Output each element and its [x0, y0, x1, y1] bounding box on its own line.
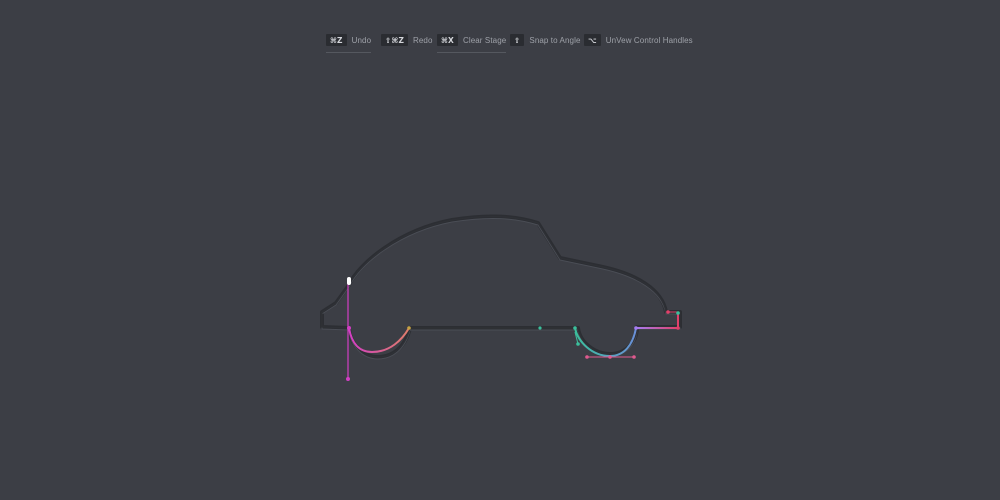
- bumper-handle-point[interactable]: [666, 310, 670, 314]
- car-guide-outline: [320, 214, 682, 360]
- bumper-top-point[interactable]: [676, 311, 680, 315]
- bumper-corner-point[interactable]: [676, 326, 680, 330]
- drawing-stage[interactable]: ⌘Z Undo ⇧⌘Z Redo ⌘X Clear Stage ⇧ Snap t…: [0, 0, 1000, 500]
- front-handle-bottom-point[interactable]: [346, 377, 350, 381]
- rear-wheel-start-point[interactable]: [573, 326, 577, 330]
- rear-wheel-handle-point-a[interactable]: [576, 342, 580, 346]
- underbody-mid-point[interactable]: [538, 326, 542, 330]
- rear-wheel-handle-right[interactable]: [632, 355, 636, 359]
- anchor-handle-icon[interactable]: [347, 277, 351, 285]
- front-anchor-point[interactable]: [347, 326, 351, 330]
- rear-wheel-handle-left[interactable]: [585, 355, 589, 359]
- vector-canvas[interactable]: [0, 0, 1000, 500]
- rear-wheel-end-point[interactable]: [634, 326, 638, 330]
- rear-wheel-bottom-point[interactable]: [608, 355, 612, 359]
- underbody-anchor-point[interactable]: [407, 326, 411, 330]
